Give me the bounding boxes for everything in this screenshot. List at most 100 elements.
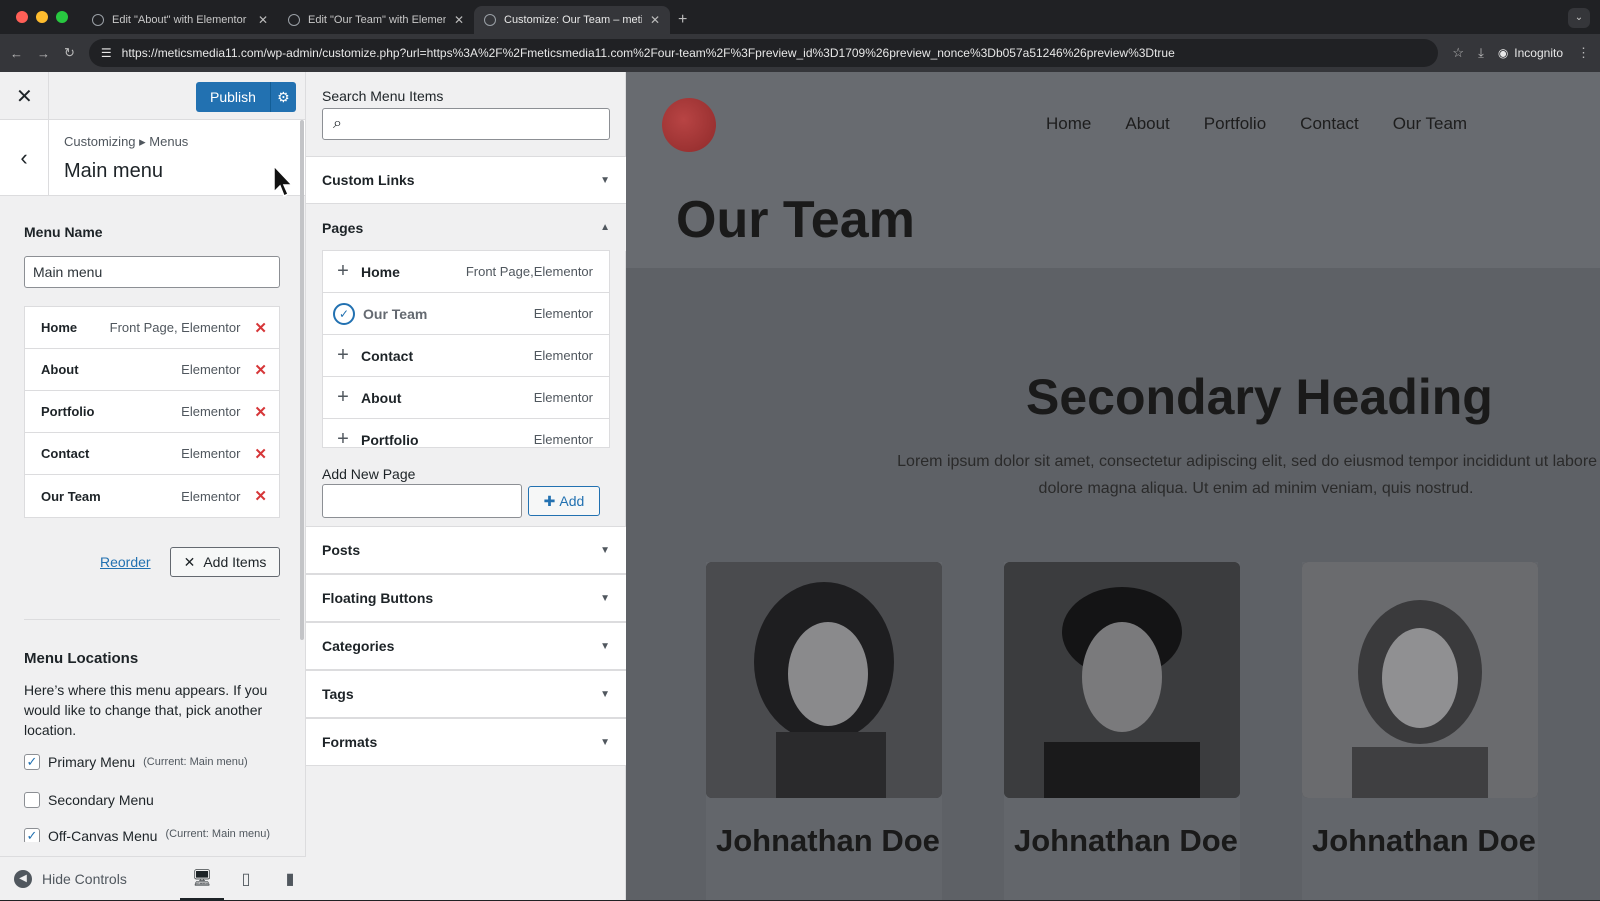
- plus-icon: +: [337, 344, 349, 366]
- list-item[interactable]: Contact Elementor ✕: [25, 433, 279, 475]
- site-nav: Home About Portfolio Contact Our Team: [1046, 114, 1467, 134]
- menu-name-label: Menu Name: [24, 224, 103, 240]
- remove-item-icon[interactable]: ✕: [254, 445, 267, 463]
- nav-item-about[interactable]: About: [1125, 114, 1169, 134]
- accordion-floating-buttons[interactable]: Floating Buttons ▼: [306, 574, 626, 622]
- globe-icon: [484, 14, 496, 26]
- remove-item-icon[interactable]: ✕: [254, 361, 267, 379]
- hide-controls-button[interactable]: Hide Controls: [42, 871, 127, 887]
- check-circle-icon: ✓: [333, 302, 355, 325]
- checkbox-unchecked[interactable]: [24, 792, 40, 808]
- caret-down-icon: ▼: [600, 544, 610, 556]
- publish-button[interactable]: Publish ⚙: [196, 82, 296, 112]
- search-icon: ⌕: [333, 115, 342, 132]
- reload-icon[interactable]: ↻: [64, 45, 75, 61]
- close-window-button[interactable]: [16, 11, 28, 23]
- publish-settings-gear-icon[interactable]: ⚙: [271, 89, 296, 106]
- location-primary-menu[interactable]: ✓ Primary Menu (Current: Main menu): [24, 754, 248, 770]
- team-member-name: Johnathan Doe: [1014, 823, 1238, 858]
- accordion-pages[interactable]: Pages ▲: [306, 203, 626, 251]
- team-photo: [1302, 562, 1538, 798]
- window-controls: [16, 11, 68, 23]
- add-page-button[interactable]: ✚ Add: [528, 486, 600, 516]
- nav-item-home[interactable]: Home: [1046, 114, 1091, 134]
- list-item[interactable]: ✓ Our Team Elementor: [323, 293, 609, 335]
- list-item[interactable]: + Portfolio Elementor: [323, 419, 609, 447]
- browser-tab-2[interactable]: Edit "Our Team" with Elementor✕: [278, 6, 474, 34]
- search-input[interactable]: ⌕: [322, 108, 610, 140]
- close-tab-icon[interactable]: ✕: [650, 13, 660, 27]
- maximize-window-button[interactable]: [56, 11, 68, 23]
- back-chevron-icon[interactable]: ‹: [0, 120, 49, 196]
- list-item[interactable]: + Contact Elementor: [323, 335, 609, 377]
- intro-paragraph: Lorem ipsum dolor sit amet, consectetur …: [897, 453, 1600, 497]
- sidebar-scrollbar[interactable]: [300, 120, 304, 640]
- accordion-custom-links[interactable]: Custom Links ▼: [306, 156, 626, 204]
- site-preview: Home About Portfolio Contact Our Team Ou…: [626, 72, 1600, 900]
- customizer-sidebar: ✕ Publish ⚙ ‹ Customizing ▸ Menus Main m…: [0, 72, 306, 901]
- incognito-indicator[interactable]: ◉ Incognito: [1498, 46, 1563, 60]
- accordion-formats[interactable]: Formats ▼: [306, 718, 626, 766]
- hide-controls-icon[interactable]: ◀: [14, 869, 32, 888]
- section-title: ‹ Customizing ▸ Menus Main menu: [0, 120, 305, 196]
- url-field[interactable]: ☰ https://meticsmedia11.com/wp-admin/cus…: [88, 39, 1439, 67]
- caret-down-icon: ▼: [600, 688, 610, 700]
- remove-item-icon[interactable]: ✕: [254, 319, 267, 337]
- search-menu-items: Search Menu Items ⌕: [322, 88, 610, 140]
- address-bar-row: ← → ↻ ☰ https://meticsmedia11.com/wp-adm…: [0, 34, 1600, 72]
- menu-name-input[interactable]: Main menu: [24, 256, 280, 288]
- bookmark-star-icon[interactable]: ☆: [1452, 45, 1464, 61]
- browser-menu-icon[interactable]: ⋮: [1577, 45, 1590, 61]
- customizer-footer: ◀ Hide Controls 🖥 ▯ ▮: [0, 856, 306, 901]
- list-item[interactable]: Portfolio Elementor ✕: [25, 391, 279, 433]
- remove-item-icon[interactable]: ✕: [254, 403, 267, 421]
- checkbox-checked[interactable]: ✓: [24, 754, 40, 770]
- list-item[interactable]: About Elementor ✕: [25, 349, 279, 391]
- tablet-preview-icon[interactable]: ▯: [224, 857, 268, 901]
- team-photo: [1004, 562, 1240, 798]
- close-tab-icon[interactable]: ✕: [258, 13, 268, 27]
- nav-item-contact[interactable]: Contact: [1300, 114, 1359, 134]
- add-menu-items-panel: Search Menu Items ⌕ Custom Links ▼ Pages ▲…: [306, 72, 626, 900]
- team-member-name: Johnathan Doe: [1312, 823, 1536, 858]
- location-secondary-menu[interactable]: Secondary Menu: [24, 792, 154, 808]
- location-offcanvas-menu[interactable]: ✓ Off-Canvas Menu (Current: Main menu): [24, 828, 270, 842]
- accordion-categories[interactable]: Categories ▼: [306, 622, 626, 670]
- breadcrumb: Customizing ▸ Menus: [64, 134, 189, 149]
- plus-icon: ✚: [543, 492, 556, 509]
- list-item[interactable]: + About Elementor: [323, 377, 609, 419]
- minimize-window-button[interactable]: [36, 11, 48, 23]
- page-title: Our Team: [676, 191, 915, 249]
- menu-locations-title: Menu Locations: [24, 650, 139, 667]
- close-customizer-icon[interactable]: ✕: [16, 84, 33, 109]
- close-tab-icon[interactable]: ✕: [454, 13, 464, 27]
- accordion-posts[interactable]: Posts ▼: [306, 526, 626, 574]
- back-icon[interactable]: ←: [10, 46, 23, 61]
- new-tab-button[interactable]: +: [678, 11, 687, 29]
- list-item[interactable]: + Home Front Page,Elementor: [323, 251, 609, 293]
- accordion-tags[interactable]: Tags ▼: [306, 670, 626, 718]
- list-item[interactable]: Home Front Page, Elementor ✕: [25, 307, 279, 349]
- checkbox-checked[interactable]: ✓: [24, 828, 40, 842]
- site-info-icon[interactable]: ☰: [101, 46, 112, 60]
- add-items-button[interactable]: ✕ Add Items: [170, 547, 280, 577]
- download-icon[interactable]: ⤓: [1478, 45, 1484, 61]
- team-photo: [706, 562, 942, 798]
- browser-tab-1[interactable]: Edit "About" with Elementor ✕: [82, 6, 278, 34]
- nav-item-portfolio[interactable]: Portfolio: [1204, 114, 1266, 134]
- caret-down-icon: ▼: [600, 592, 610, 604]
- list-item[interactable]: Our Team Elementor ✕: [25, 475, 279, 517]
- team-member-name: Johnathan Doe: [716, 823, 940, 858]
- forward-icon[interactable]: →: [37, 46, 50, 61]
- remove-item-icon[interactable]: ✕: [254, 487, 267, 505]
- globe-icon: [288, 14, 300, 26]
- site-logo[interactable]: [662, 98, 716, 152]
- tab-search-button[interactable]: ⌄: [1568, 8, 1590, 28]
- secondary-heading: Secondary Heading: [1026, 369, 1493, 425]
- add-new-page-input[interactable]: [322, 484, 522, 518]
- tab-bar: Edit "About" with Elementor ✕ Edit "Our T…: [0, 0, 1600, 34]
- desktop-preview-icon[interactable]: 🖥: [180, 857, 224, 901]
- browser-tab-3[interactable]: Customize: Our Team – meticsmedia11✕: [474, 6, 670, 34]
- nav-item-our-team[interactable]: Our Team: [1393, 114, 1467, 134]
- reorder-link[interactable]: Reorder: [100, 554, 151, 570]
